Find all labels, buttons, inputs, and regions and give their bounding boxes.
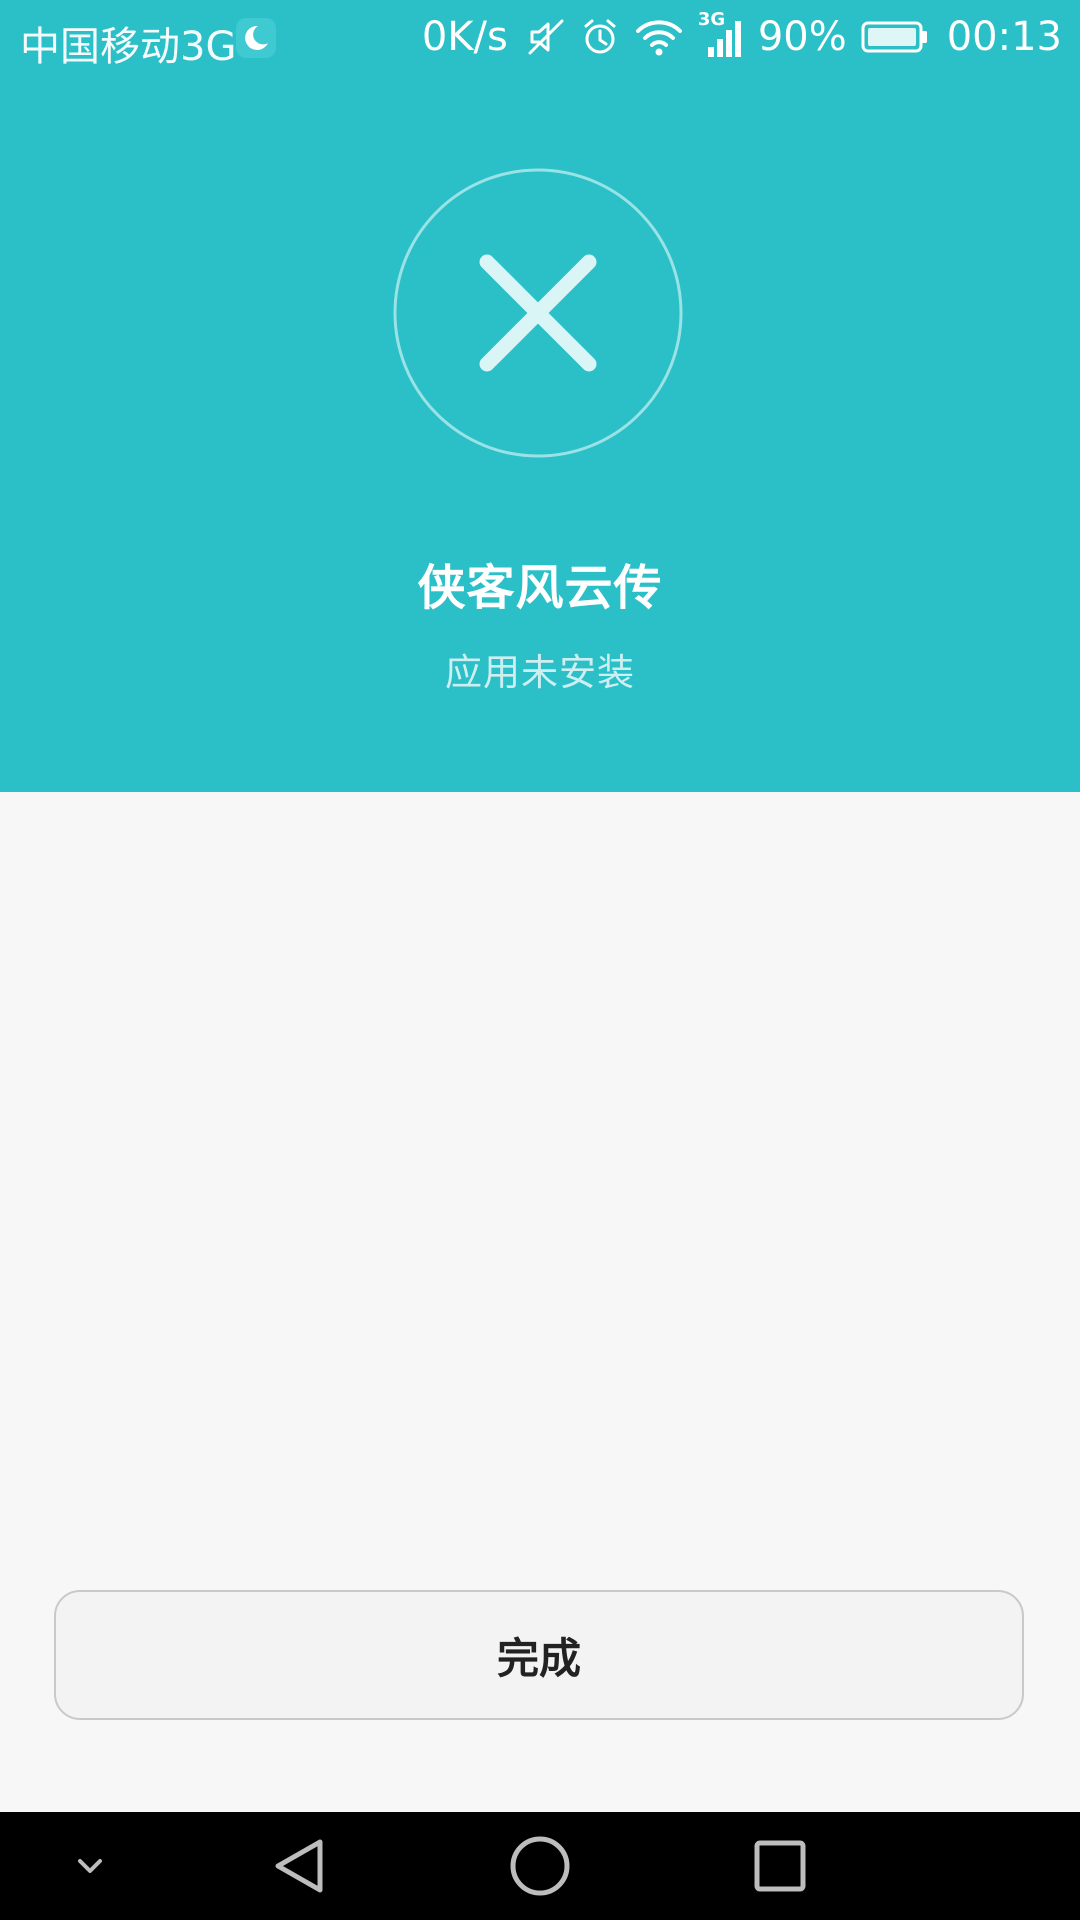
app-name: 侠客风云传 <box>417 560 663 616</box>
install-status-message: 应用未安装 <box>445 651 635 694</box>
muted-speaker-icon <box>528 19 564 55</box>
back-button[interactable] <box>250 1812 350 1920</box>
carrier-label: 中国移动3G <box>20 24 237 70</box>
chevron-down-icon <box>78 1859 102 1873</box>
done-button[interactable]: 完成 <box>54 1590 1024 1720</box>
battery-icon <box>861 21 927 53</box>
battery-percent: 90% <box>757 14 847 60</box>
cell-signal-icon: 3G <box>698 9 744 59</box>
close-x-icon <box>393 168 683 458</box>
wifi-icon <box>635 20 682 56</box>
recent-apps-button[interactable] <box>730 1812 830 1920</box>
home-button[interactable] <box>490 1812 590 1920</box>
alarm-clock-icon <box>584 19 616 54</box>
status-icons: 0K/s 3G 90% 00:13 <box>421 9 1062 62</box>
home-circle-icon <box>510 1836 570 1896</box>
network-speed: 0K/s <box>421 14 508 60</box>
status-bar: 中国移动3G 0K/s 3G 90% 00:13 <box>0 0 1080 76</box>
collapse-nav-button[interactable] <box>50 1812 130 1920</box>
result-header: 中国移动3G 0K/s 3G 90% 00:13 侠客风云传 应用未安装 <box>0 0 1080 792</box>
do-not-disturb-moon-icon <box>236 18 276 58</box>
clock-time: 00:13 <box>946 14 1062 60</box>
back-triangle-icon <box>275 1839 323 1893</box>
navigation-bar <box>0 1812 1080 1920</box>
recents-square-icon <box>754 1840 806 1892</box>
